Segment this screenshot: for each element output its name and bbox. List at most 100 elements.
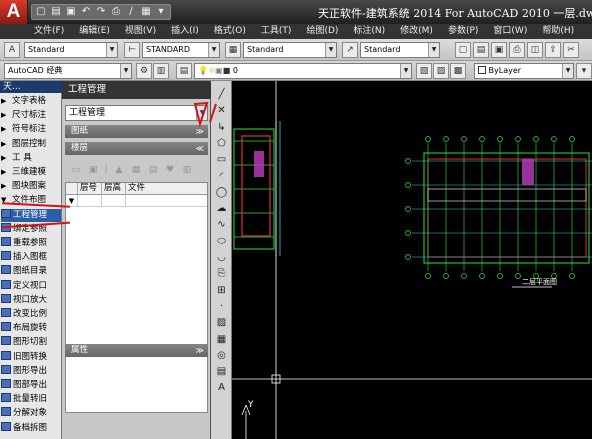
drawing-canvas[interactable]: 二层平面图 Y xyxy=(232,81,592,439)
new-icon[interactable]: ▢ xyxy=(455,42,471,58)
chevron-down-icon[interactable]: ▼ xyxy=(325,43,336,57)
region-icon[interactable]: ◎ xyxy=(214,348,229,363)
floor-model-icon[interactable]: ▲ xyxy=(112,163,126,177)
more-icon[interactable]: ▾ xyxy=(576,63,592,79)
menu-item[interactable]: 文件(F) xyxy=(34,24,64,39)
tarch-menu-item[interactable]: 图纸目录 xyxy=(1,265,61,278)
autocad-app-button[interactable]: A xyxy=(0,0,28,24)
tarch-menu-item[interactable]: 重载参照 xyxy=(1,237,61,250)
floor-number-cell[interactable] xyxy=(78,195,102,207)
polygon-icon[interactable]: ⬠ xyxy=(214,136,229,151)
floor-edit-icon[interactable]: ▣ xyxy=(86,163,100,177)
gradient-icon[interactable]: ▦ xyxy=(214,332,229,347)
tarch-menu-item[interactable]: 批量转旧 xyxy=(1,393,61,406)
tarch-menu-item[interactable]: 定义视口 xyxy=(1,279,61,293)
menu-item[interactable]: 工具(T) xyxy=(261,24,292,39)
tarch-menu-item[interactable]: ▶ 图块图案 xyxy=(1,180,61,193)
open-icon[interactable]: ▤ xyxy=(49,5,63,19)
point-icon[interactable]: · xyxy=(214,299,229,314)
tarch-menu-item[interactable]: 备档拆图 xyxy=(1,421,61,435)
tarch-menu-item[interactable]: 图部导出 xyxy=(1,379,61,392)
print-icon[interactable]: ⎙ xyxy=(509,42,525,58)
tarch-menu-item[interactable]: 图形切割 xyxy=(1,336,61,349)
make-current-layer-icon[interactable]: ▧ xyxy=(416,63,432,79)
tarch-menu-item[interactable]: ▶ 图层控制 xyxy=(1,138,61,151)
chevron-down-icon[interactable]: ▼ xyxy=(562,64,573,78)
circle-icon[interactable]: ◯ xyxy=(214,185,229,200)
floor-section-icon[interactable]: ▦ xyxy=(129,163,143,177)
text-style-select[interactable]: Standard ▼ xyxy=(24,42,118,58)
menu-item[interactable]: 帮助(H) xyxy=(542,24,574,39)
color-select[interactable]: ByLayer ▼ xyxy=(474,63,574,79)
tarch-menu-item[interactable]: ▶ 工 具 xyxy=(1,152,61,165)
chevron-up-icon[interactable]: ≪ xyxy=(196,142,204,155)
menu-item[interactable]: 视图(V) xyxy=(125,24,156,39)
revcloud-icon[interactable]: ☁ xyxy=(214,201,229,216)
table-style-select[interactable]: Standard ▼ xyxy=(243,42,337,58)
floor-3d-icon[interactable]: ♥ xyxy=(163,163,177,177)
ellipse-icon[interactable]: ⬭ xyxy=(214,234,229,249)
floor-add-icon[interactable]: ▭ xyxy=(69,163,83,177)
floor-table[interactable]: 层号 层高 文件 ▼ xyxy=(65,182,208,413)
table-icon[interactable]: ▤ xyxy=(214,364,229,379)
tarch-menu-item[interactable]: ▶ 三维建模 xyxy=(1,166,61,179)
gear-icon[interactable]: ⚙ xyxy=(136,63,152,79)
ellipse-arc-icon[interactable]: ◡ xyxy=(214,250,229,265)
floor-height-cell[interactable] xyxy=(102,195,126,207)
section-drawings[interactable]: 图纸 ≫ xyxy=(65,125,208,138)
save-icon[interactable]: ▣ xyxy=(64,5,78,19)
workspace-select[interactable]: AutoCAD 经典 ▼ xyxy=(4,63,132,79)
menu-item[interactable]: 参数(P) xyxy=(448,24,478,39)
chevron-down-icon[interactable]: ▼ xyxy=(208,43,219,57)
tarch-menu-item[interactable]: 工程管理 xyxy=(1,208,61,222)
menu-item[interactable]: 格式(O) xyxy=(214,24,246,39)
section-floors[interactable]: 楼层 ≪ xyxy=(65,142,208,155)
workspace-settings-icon[interactable]: ▥ xyxy=(153,63,169,79)
cut-icon[interactable]: ✂ xyxy=(563,42,579,58)
floor-file-cell[interactable] xyxy=(126,195,207,207)
menu-item[interactable]: 插入(I) xyxy=(171,24,199,39)
preview-icon[interactable]: ◫ xyxy=(527,42,543,58)
floor-table-icon[interactable]: ▥ xyxy=(180,163,194,177)
insert-block-icon[interactable]: ⎘ xyxy=(214,266,229,281)
mleader-style-select[interactable]: Standard ▼ xyxy=(360,42,440,58)
project-select[interactable]: 工程管理 ▼ xyxy=(65,105,208,121)
open-icon[interactable]: ▤ xyxy=(473,42,489,58)
rectangle-icon[interactable]: ▭ xyxy=(214,152,229,167)
plot-icon[interactable]: ▦ xyxy=(139,5,153,19)
save-icon[interactable]: ▣ xyxy=(491,42,507,58)
hatch-icon[interactable]: ▨ xyxy=(214,315,229,330)
table-style-icon[interactable]: ▦ xyxy=(225,42,241,58)
text-style-icon[interactable]: A xyxy=(4,42,20,58)
layer-properties-icon[interactable]: ▤ xyxy=(176,63,192,79)
menu-item[interactable]: 修改(M) xyxy=(400,24,433,39)
mleader-style-icon[interactable]: ↗ xyxy=(342,42,358,58)
tarch-menu-item[interactable]: 旧图转换 xyxy=(1,350,61,364)
chevron-down-icon[interactable]: ▼ xyxy=(106,43,117,57)
chevron-down-icon[interactable]: ≫ xyxy=(196,344,204,357)
tarch-menu-item[interactable]: 改变比例 xyxy=(1,308,61,321)
publish-icon[interactable]: ⇪ xyxy=(545,42,561,58)
layer-previous-icon[interactable]: ▨ xyxy=(433,63,449,79)
menu-item[interactable]: 编辑(E) xyxy=(79,24,110,39)
chevron-down-icon[interactable]: ▼ xyxy=(428,43,439,57)
tarch-menu-item[interactable]: ▶ 符号标注 xyxy=(1,123,61,136)
undo-icon[interactable]: ↶ xyxy=(79,5,93,19)
tarch-menu-item[interactable]: 分解对象 xyxy=(1,407,61,420)
floor-elevation-icon[interactable]: ▤ xyxy=(146,163,160,177)
tarch-menu-item[interactable]: ▶ 文字表格 xyxy=(1,95,61,108)
dim-style-select[interactable]: STANDARD ▼ xyxy=(142,42,220,58)
layer-select[interactable]: 💡☼▣■ 0 ▼ xyxy=(194,63,412,79)
match-icon[interactable]: ∕ xyxy=(124,5,138,19)
chevron-down-icon[interactable]: ▼ xyxy=(400,64,411,78)
tarch-menu-item[interactable]: 布局旋转 xyxy=(1,322,61,335)
spline-icon[interactable]: ∿ xyxy=(214,217,229,232)
tarch-menu-item[interactable]: ▶ 尺寸标注 xyxy=(1,109,61,122)
menu-item[interactable]: 窗口(W) xyxy=(493,24,527,39)
new-icon[interactable]: ▢ xyxy=(34,5,48,19)
mtext-icon[interactable]: A xyxy=(214,380,229,395)
tarch-menu-item[interactable]: 插入图框 xyxy=(1,251,61,264)
arc-icon[interactable]: ◜ xyxy=(214,169,229,184)
menu-item[interactable]: 绘图(D) xyxy=(306,24,338,39)
section-properties[interactable]: 属性 ≫ xyxy=(65,344,208,357)
